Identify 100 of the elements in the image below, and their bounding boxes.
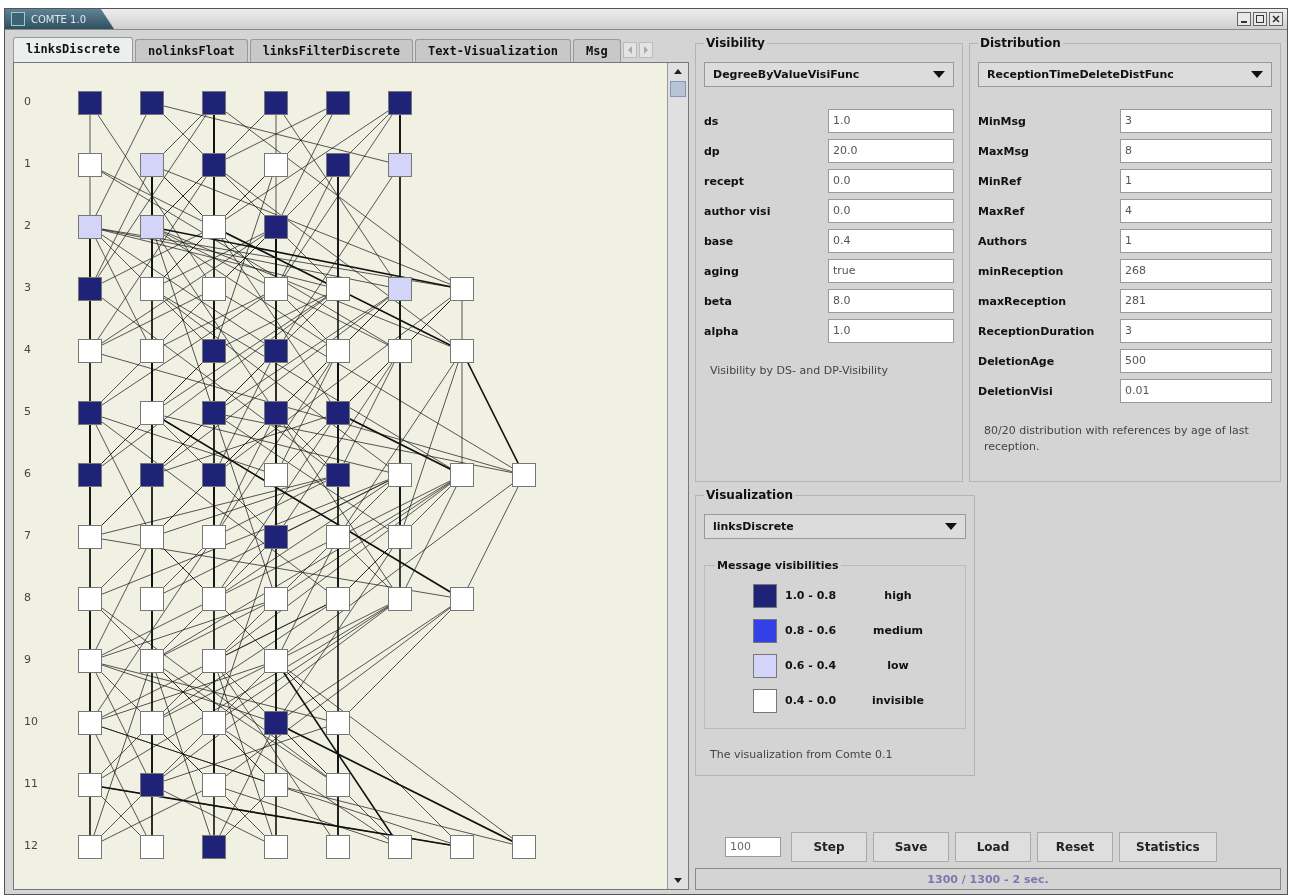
param-field[interactable]: 268	[1120, 259, 1272, 283]
message-node[interactable]	[78, 773, 102, 797]
message-node[interactable]	[202, 463, 226, 487]
message-node[interactable]	[450, 277, 474, 301]
param-field[interactable]: 20.0	[828, 139, 954, 163]
message-node[interactable]	[388, 587, 412, 611]
message-node[interactable]	[264, 401, 288, 425]
message-node[interactable]	[140, 773, 164, 797]
message-node[interactable]	[202, 215, 226, 239]
param-field[interactable]: 8.0	[828, 289, 954, 313]
message-node[interactable]	[78, 91, 102, 115]
message-node[interactable]	[202, 91, 226, 115]
message-node[interactable]	[140, 339, 164, 363]
message-node[interactable]	[264, 153, 288, 177]
close-icon[interactable]	[1269, 12, 1283, 26]
message-node[interactable]	[202, 649, 226, 673]
param-field[interactable]: 1.0	[828, 109, 954, 133]
param-field[interactable]: 1	[1120, 169, 1272, 193]
function-dropdown[interactable]: ReceptionTimeDeleteDistFunc	[978, 62, 1272, 87]
message-node[interactable]	[326, 835, 350, 859]
message-node[interactable]	[78, 649, 102, 673]
message-node[interactable]	[78, 711, 102, 735]
action-button[interactable]: Load	[955, 832, 1031, 862]
message-node[interactable]	[78, 463, 102, 487]
tab[interactable]: Text-Visualization	[414, 39, 571, 62]
message-node[interactable]	[388, 91, 412, 115]
message-node[interactable]	[326, 587, 350, 611]
tab[interactable]: Msg	[572, 39, 621, 62]
param-field[interactable]: 8	[1120, 139, 1272, 163]
param-field[interactable]: 281	[1120, 289, 1272, 313]
param-field[interactable]: 500	[1120, 349, 1272, 373]
message-node[interactable]	[140, 711, 164, 735]
message-node[interactable]	[140, 649, 164, 673]
message-node[interactable]	[264, 525, 288, 549]
param-field[interactable]: 3	[1120, 319, 1272, 343]
message-node[interactable]	[78, 835, 102, 859]
message-node[interactable]	[140, 525, 164, 549]
scroll-thumb[interactable]	[670, 81, 686, 97]
message-node[interactable]	[140, 277, 164, 301]
message-node[interactable]	[140, 401, 164, 425]
message-node[interactable]	[512, 835, 536, 859]
message-node[interactable]	[202, 773, 226, 797]
message-node[interactable]	[326, 153, 350, 177]
action-button[interactable]: Step	[791, 832, 867, 862]
param-field[interactable]: 1	[1120, 229, 1272, 253]
message-node[interactable]	[264, 91, 288, 115]
message-node[interactable]	[264, 711, 288, 735]
message-node[interactable]	[78, 525, 102, 549]
action-button[interactable]: Reset	[1037, 832, 1113, 862]
message-node[interactable]	[78, 153, 102, 177]
tab[interactable]: linksFilterDiscrete	[249, 39, 413, 62]
message-node[interactable]	[202, 835, 226, 859]
message-node[interactable]	[450, 463, 474, 487]
message-node[interactable]	[388, 339, 412, 363]
param-field[interactable]: 4	[1120, 199, 1272, 223]
param-field[interactable]: 0.0	[828, 169, 954, 193]
maximize-icon[interactable]	[1253, 12, 1267, 26]
message-node[interactable]	[264, 463, 288, 487]
message-node[interactable]	[202, 401, 226, 425]
message-node[interactable]	[264, 835, 288, 859]
message-node[interactable]	[78, 215, 102, 239]
message-node[interactable]	[326, 401, 350, 425]
message-node[interactable]	[202, 153, 226, 177]
visualization-dropdown[interactable]: linksDiscrete	[704, 514, 966, 539]
message-node[interactable]	[326, 525, 350, 549]
message-node[interactable]	[202, 587, 226, 611]
message-node[interactable]	[264, 215, 288, 239]
param-field[interactable]: 3	[1120, 109, 1272, 133]
message-node[interactable]	[264, 339, 288, 363]
step-count-field[interactable]: 100	[725, 837, 781, 857]
message-node[interactable]	[326, 91, 350, 115]
message-node[interactable]	[326, 711, 350, 735]
message-node[interactable]	[202, 711, 226, 735]
message-node[interactable]	[78, 587, 102, 611]
param-field[interactable]: 0.4	[828, 229, 954, 253]
message-node[interactable]	[78, 277, 102, 301]
message-node[interactable]	[388, 525, 412, 549]
message-node[interactable]	[140, 463, 164, 487]
param-field[interactable]: 0.0	[828, 199, 954, 223]
message-node[interactable]	[264, 587, 288, 611]
message-node[interactable]	[450, 339, 474, 363]
message-node[interactable]	[326, 773, 350, 797]
message-node[interactable]	[512, 463, 536, 487]
param-field[interactable]: 1.0	[828, 319, 954, 343]
message-node[interactable]	[264, 277, 288, 301]
message-node[interactable]	[388, 153, 412, 177]
tab[interactable]: nolinksFloat	[134, 39, 248, 62]
message-node[interactable]	[140, 835, 164, 859]
message-node[interactable]	[140, 153, 164, 177]
action-button[interactable]: Statistics	[1119, 832, 1217, 862]
message-node[interactable]	[202, 339, 226, 363]
message-node[interactable]	[388, 277, 412, 301]
message-node[interactable]	[264, 649, 288, 673]
action-button[interactable]: Save	[873, 832, 949, 862]
message-node[interactable]	[326, 277, 350, 301]
message-node[interactable]	[326, 463, 350, 487]
param-field[interactable]: true	[828, 259, 954, 283]
message-node[interactable]	[326, 339, 350, 363]
tab[interactable]: linksDiscrete	[13, 37, 133, 62]
minimize-icon[interactable]	[1237, 12, 1251, 26]
